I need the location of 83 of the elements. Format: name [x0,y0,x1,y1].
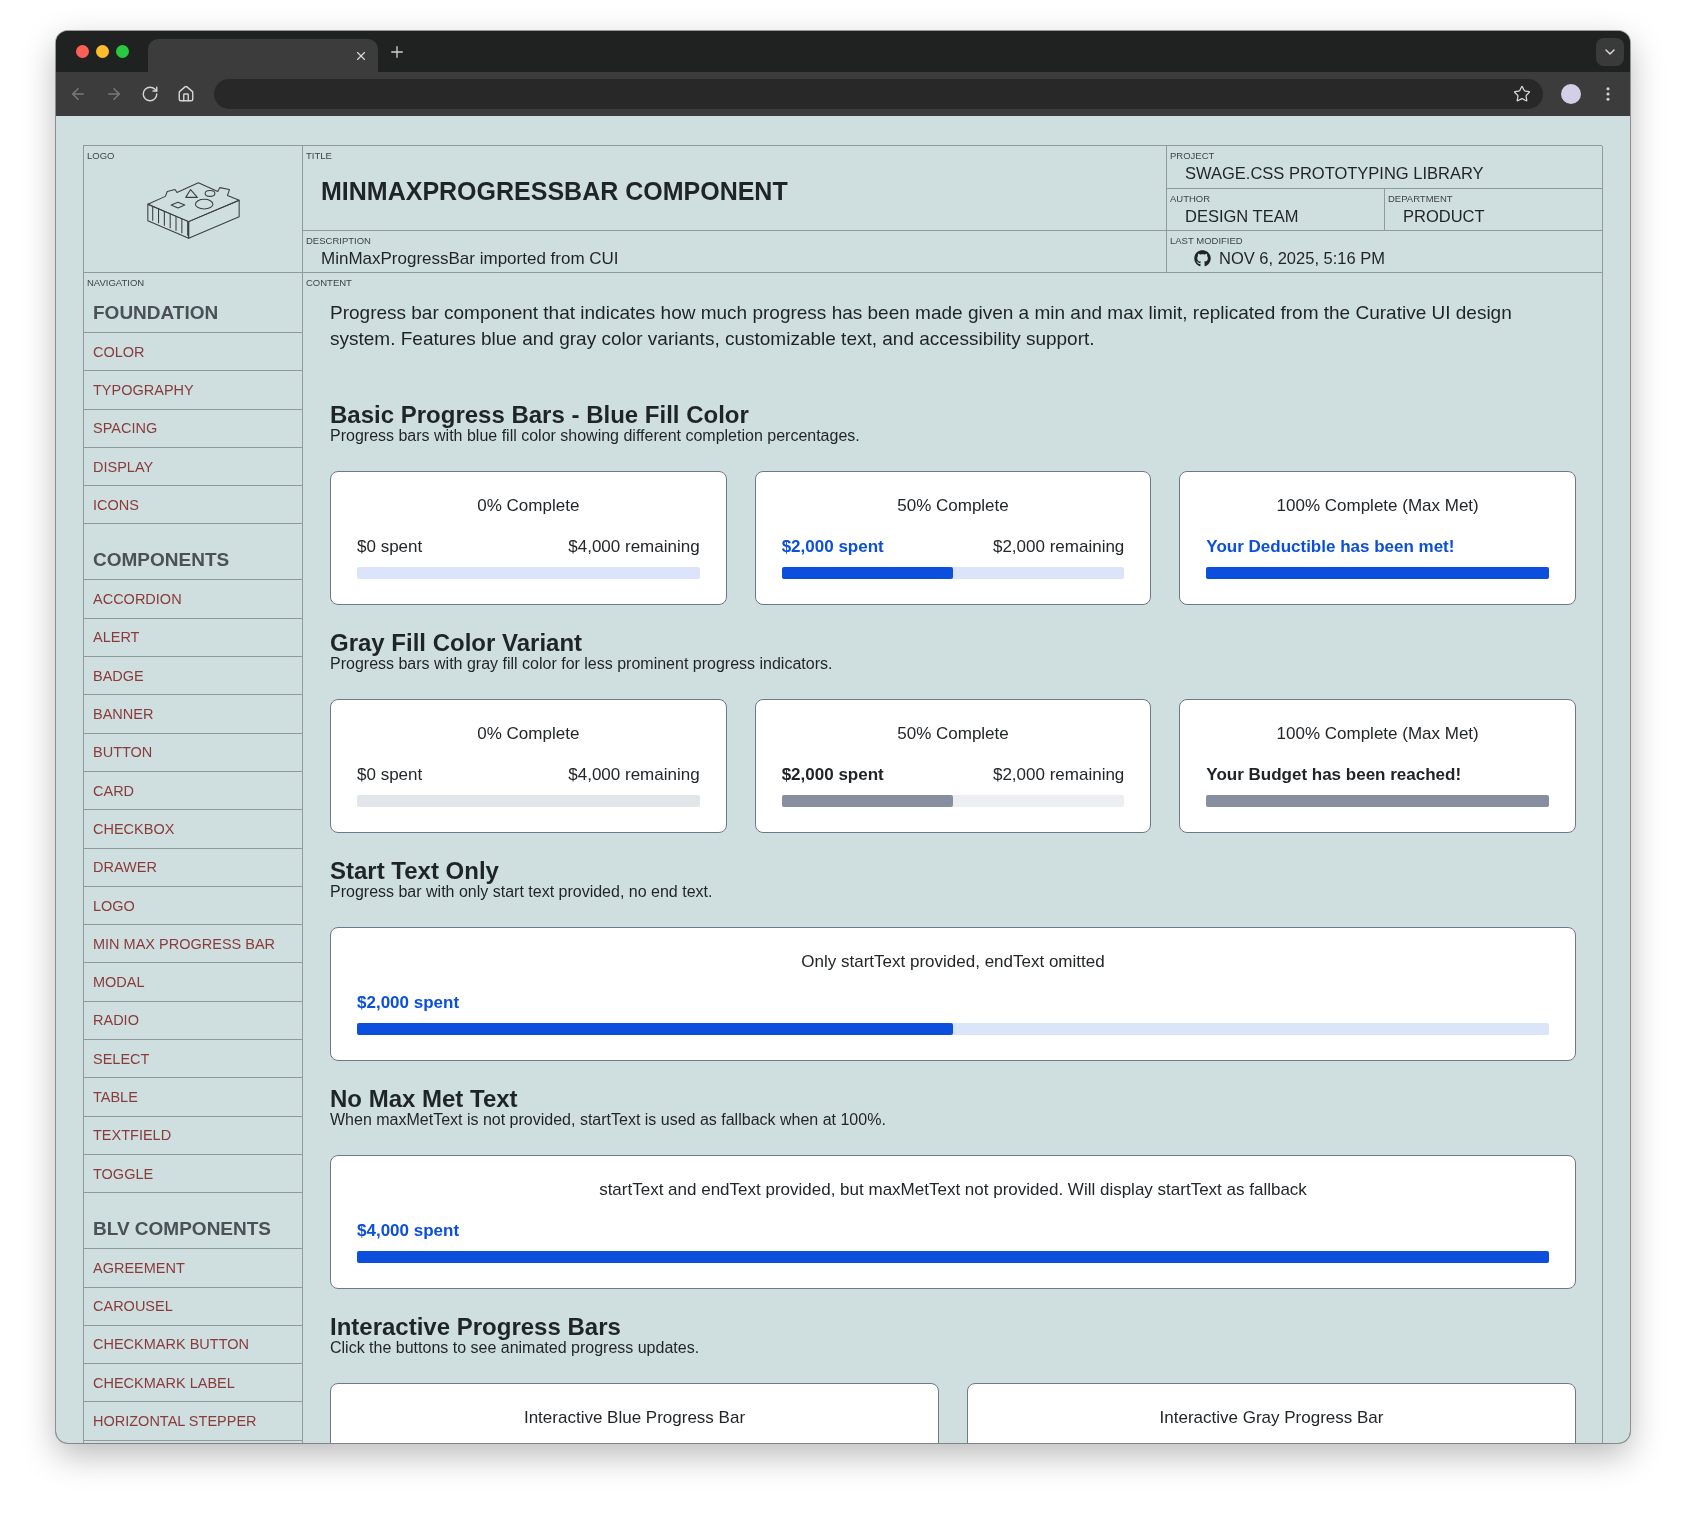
nav-link[interactable]: ICONS [84,486,302,525]
intro-text: Progress bar component that indicates how much progress has been made given a min and max limit, replicated from the Curative UI design system. Features blue and gray color variants, customizable text, and accessibility support. [330,301,1513,351]
card-title: 100% Complete (Max Met) [1276,495,1479,517]
panel-label: TITLE [305,149,332,162]
close-window-icon[interactable] [76,45,89,58]
section-subtitle: Click the buttons to see animated progress updates. [330,1339,700,1357]
nav-link[interactable]: RADIO [84,1001,302,1041]
department-name: PRODUCT [1403,206,1485,226]
section-subtitle: Progress bars with gray fill color for less prominent progress indicators. [330,655,833,673]
card-title: 50% Complete [897,723,1009,745]
address-field[interactable] [214,79,1543,109]
last-modified-date: NOV 6, 2025, 5:16 PM [1219,248,1385,268]
nav-link[interactable]: TEXTFIELD [84,1116,302,1155]
progress-end-text: $2,000 remaining [992,536,1125,558]
nav-link[interactable]: TABLE [84,1078,302,1117]
nav-link[interactable]: DRAWER [84,848,302,887]
progress-start-text: $2,000 spent [357,992,460,1014]
card-title: startText and endText provided, but maxMetText not provided. Will display startText as fallback [599,1179,1307,1201]
home-icon[interactable] [177,85,195,103]
nav-group-heading: FOUNDATION [84,293,302,333]
card-title: 50% Complete [897,495,1009,517]
panel-label: DEPARTMENT [1387,192,1453,205]
nav-link[interactable]: AGREEMENT [84,1249,302,1288]
progress-start-text: $0 spent [357,764,423,786]
section-heading: No Max Met Text [330,1087,518,1110]
nav-link[interactable]: BADGE [84,657,302,696]
progress-start-text: $2,000 spent [781,536,884,558]
card-title: 100% Complete (Max Met) [1276,723,1479,745]
nav-link[interactable]: TYPOGRAPHY [84,371,302,410]
progress-end-text: $4,000 remaining [568,764,700,786]
progress-start-text: $0 spent [357,536,423,558]
nav-link[interactable]: TOGGLE [84,1154,302,1194]
nav-link[interactable]: DISPLAY [84,447,302,487]
tab-list-button[interactable] [1596,37,1624,66]
nav-link[interactable]: ALERT [84,618,302,658]
card-title: Only startText provided, endText omitted [801,951,1105,973]
nav-group-heading: COMPONENTS [84,540,302,581]
section-subtitle: When maxMetText is not provided, startText is used as fallback when at 100%. [330,1110,886,1129]
section-subtitle: Progress bars with blue fill color showing different completion percentages. [330,427,860,445]
panel-label: CONTENT [305,276,352,289]
nav-link[interactable]: CHECKBOX [84,810,302,849]
nav-group-heading: BLV COMPONENTS [84,1209,302,1250]
progress-end-text: $2,000 remaining [992,764,1125,786]
nav-link[interactable]: CHECKMARK BUTTON [84,1325,302,1365]
description-text: MinMaxProgressBar imported from CUI [321,249,619,269]
project-name: SWAGE.CSS PROTOTYPING LIBRARY [1185,163,1484,183]
github-icon[interactable] [1194,249,1211,267]
reload-icon[interactable] [141,85,159,103]
progress-start-text: Your Budget has been reached! [1206,764,1462,786]
nav-link[interactable]: MODAL [84,963,302,1002]
nav-link[interactable]: SPACING [84,409,302,448]
nav-link[interactable]: BANNER [84,695,302,734]
star-icon[interactable] [1513,85,1531,103]
nav-link[interactable]: SELECT [84,1040,302,1079]
progress-start-text: $2,000 spent [781,764,884,786]
card-title: 0% Complete [477,723,580,745]
nav-link[interactable]: CHECKMARK LABEL [84,1364,302,1403]
section-subtitle: Progress bar with only start text provided, no end text. [330,883,713,901]
card-title: 0% Complete [477,495,580,517]
panel-label: NAVIGATION [86,276,145,289]
nav-link[interactable]: BUTTON [84,733,302,772]
progress-end-text: $4,000 remaining [568,536,700,558]
nav-link[interactable]: LOGO [84,886,302,926]
nav-link[interactable]: COLOR [84,333,302,372]
card-title: Interactive Gray Progress Bar [1159,1407,1384,1429]
panel-label: AUTHOR [1169,192,1211,205]
progress-start-text: $4,000 spent [357,1220,460,1242]
panel-label: LAST MODIFIED [1169,234,1243,247]
nav-link[interactable]: CAROUSEL [84,1287,302,1326]
panel-label: DESCRIPTION [305,234,371,247]
maximize-window-icon[interactable] [116,45,129,58]
nav-link[interactable]: ACCORDION [84,580,302,619]
nav-link[interactable]: HORIZONTAL STEPPER [84,1402,302,1441]
minimize-window-icon[interactable] [96,45,109,58]
nav-link[interactable]: CARD [84,771,302,811]
author-name: DESIGN TEAM [1185,206,1299,226]
progress-start-text: Your Deductible has been met! [1206,536,1455,558]
nav-link[interactable]: MIN MAX PROGRESS BAR [84,925,302,964]
panel-label: PROJECT [1169,149,1215,162]
page-title: MINMAXPROGRESSBAR COMPONENT [321,176,788,206]
card-title: Interactive Blue Progress Bar [523,1407,746,1429]
panel-label: LOGO [86,149,115,162]
avatar-icon[interactable] [1561,84,1581,104]
